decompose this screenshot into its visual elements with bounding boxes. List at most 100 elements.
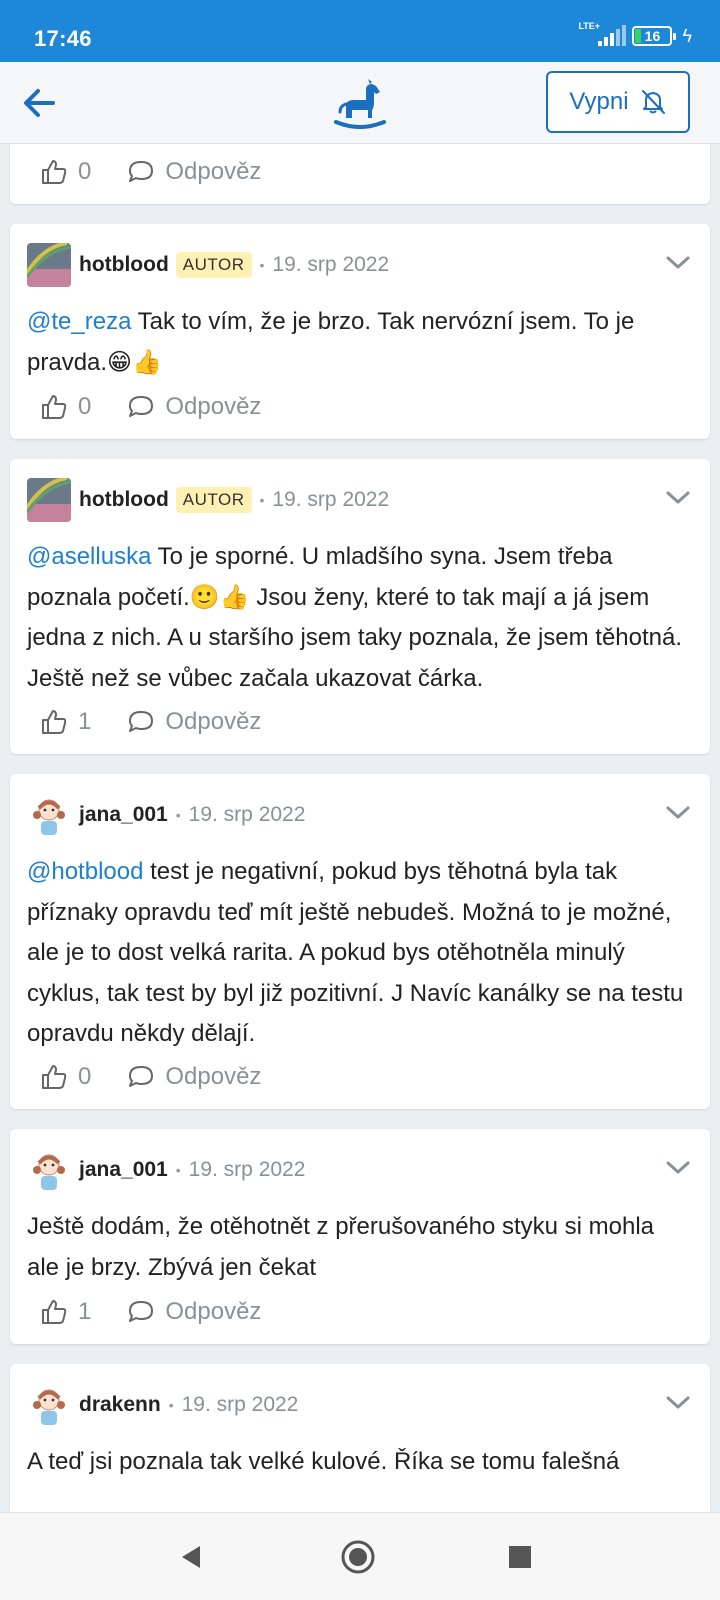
author-name[interactable]: hotblood (79, 488, 169, 512)
bell-off-icon (641, 90, 665, 114)
comment-date: 19. srp 2022 (188, 803, 306, 826)
like-button[interactable]: 0 (40, 1063, 91, 1091)
mention-link[interactable]: @te_reza (27, 308, 131, 335)
author-badge: AUTOR (175, 252, 252, 278)
speech-bubble-icon (129, 1301, 154, 1322)
battery-icon: 16 (632, 26, 677, 46)
chevron-down-icon[interactable] (663, 248, 693, 278)
mention-link[interactable]: @hotblood (27, 858, 143, 885)
comment-date: 19. srp 2022 (188, 1158, 306, 1181)
comment-header: drakenn • 19. srp 2022 (27, 1382, 693, 1428)
mute-notifications-button[interactable]: Vypni (546, 71, 690, 133)
like-count: 0 (78, 393, 92, 420)
comment-actions: 0 Odpověz (40, 1057, 261, 1097)
arrow-left-icon (24, 89, 55, 117)
like-count: 0 (78, 1063, 92, 1090)
network-type: LTE+ (578, 21, 601, 31)
speech-bubble-icon (129, 1066, 154, 1087)
speech-bubble-icon (129, 711, 154, 732)
comment-date: 19. srp 2022 (272, 253, 390, 276)
separator-dot: • (168, 1397, 174, 1413)
avatar[interactable] (27, 1383, 71, 1427)
reply-button[interactable]: Odpověz (127, 1298, 261, 1326)
thumb-up-icon (42, 160, 67, 184)
like-button[interactable]: 0 (40, 158, 91, 186)
comment-text: @aselluska To je sporné. U mladšího syna… (27, 543, 683, 692)
mute-label: Vypni (569, 88, 629, 115)
comment-date: 19. srp 2022 (181, 1393, 299, 1416)
chevron-down-icon[interactable] (663, 798, 693, 828)
speech-bubble-icon (129, 161, 154, 182)
speech-bubble-icon (129, 396, 154, 417)
comment-card: hotblood AUTOR • 19. srp 2022 @aselluska… (10, 459, 710, 754)
comment-text: @hotblood test je negativní, pokud bys t… (27, 858, 684, 1047)
separator-dot: • (259, 257, 265, 273)
author-name[interactable]: jana_001 (79, 803, 168, 827)
author-name[interactable]: hotblood (79, 253, 169, 277)
reply-button[interactable]: Odpověz (127, 708, 261, 736)
comment-text: @te_reza Tak to vím, že je brzo. Tak ner… (27, 308, 635, 376)
reply-label: Odpověz (165, 393, 262, 420)
like-button[interactable]: 1 (40, 1298, 91, 1326)
reply-label: Odpověz (165, 1063, 262, 1090)
comment-actions: 1 Odpověz (40, 1292, 261, 1332)
status-bar: 17:46 LTE+ 16 ϟ (0, 0, 720, 62)
system-nav-bar (0, 1512, 720, 1600)
like-button[interactable]: 0 (40, 393, 91, 421)
thumb-up-icon (42, 1300, 67, 1324)
triangle-back-icon (182, 1546, 200, 1568)
comment-feed[interactable]: 0 Odpověz hotblood AUTOR • 19. srp 2022 … (0, 144, 720, 1512)
comment-actions: 0 Odpověz (40, 387, 261, 427)
comment-text: A teď jsi poznala tak velké kulové. Říka… (27, 1448, 620, 1475)
avatar[interactable] (27, 478, 71, 522)
avatar[interactable] (27, 1148, 71, 1192)
comment-card: hotblood AUTOR • 19. srp 2022 @te_reza T… (10, 224, 710, 439)
thumb-up-icon (42, 395, 67, 419)
rocking-horse-icon[interactable] (332, 76, 388, 130)
reply-button[interactable]: Odpověz (127, 158, 261, 186)
reply-label: Odpověz (165, 1298, 262, 1325)
nav-home-button[interactable] (336, 1535, 380, 1579)
square-recents-icon (509, 1546, 531, 1568)
like-button[interactable]: 1 (40, 708, 91, 736)
reply-button[interactable]: Odpověz (127, 393, 261, 421)
reply-label: Odpověz (165, 708, 262, 735)
separator-dot: • (175, 1162, 181, 1178)
signal-icon: LTE+ (578, 21, 627, 48)
circle-home-icon (341, 1540, 375, 1574)
charging-icon: ϟ (682, 25, 692, 46)
comment-actions: 1 Odpověz (40, 702, 261, 742)
app-bar: Vypni (0, 62, 720, 144)
reply-label: Odpověz (165, 158, 262, 185)
comment-header: hotblood AUTOR • 19. srp 2022 (27, 242, 693, 288)
comment-header: jana_001 • 19. srp 2022 (27, 1147, 693, 1193)
author-badge: AUTOR (175, 487, 252, 513)
comment-actions: 0 Odpověz (40, 152, 261, 192)
chevron-down-icon[interactable] (663, 1388, 693, 1418)
reply-button[interactable]: Odpověz (127, 1063, 261, 1091)
like-count: 1 (78, 1298, 92, 1325)
comment-header: hotblood AUTOR • 19. srp 2022 (27, 477, 693, 523)
thumb-up-icon (42, 710, 67, 734)
nav-back-button[interactable] (170, 1535, 214, 1579)
comment-header: jana_001 • 19. srp 2022 (27, 792, 693, 838)
comment-card: 0 Odpověz (10, 144, 710, 204)
author-name[interactable]: drakenn (79, 1393, 161, 1417)
comment-card: jana_001 • 19. srp 2022 @hotblood test j… (10, 774, 710, 1109)
comment-date: 19. srp 2022 (272, 488, 390, 511)
status-icons: LTE+ 16 ϟ (578, 21, 692, 48)
separator-dot: • (259, 492, 265, 508)
chevron-down-icon[interactable] (663, 1153, 693, 1183)
separator-dot: • (175, 807, 181, 823)
avatar[interactable] (27, 243, 71, 287)
author-name[interactable]: jana_001 (79, 1158, 168, 1182)
avatar[interactable] (27, 793, 71, 837)
chevron-down-icon[interactable] (663, 483, 693, 513)
nav-recents-button[interactable] (498, 1535, 542, 1579)
thumb-up-icon (42, 1065, 67, 1089)
battery-level: 16 (644, 28, 661, 44)
status-time: 17:46 (34, 26, 92, 51)
back-button[interactable] (14, 78, 64, 128)
mention-link[interactable]: @aselluska (27, 543, 151, 570)
comment-card: drakenn • 19. srp 2022 A teď jsi poznala… (10, 1364, 710, 1512)
